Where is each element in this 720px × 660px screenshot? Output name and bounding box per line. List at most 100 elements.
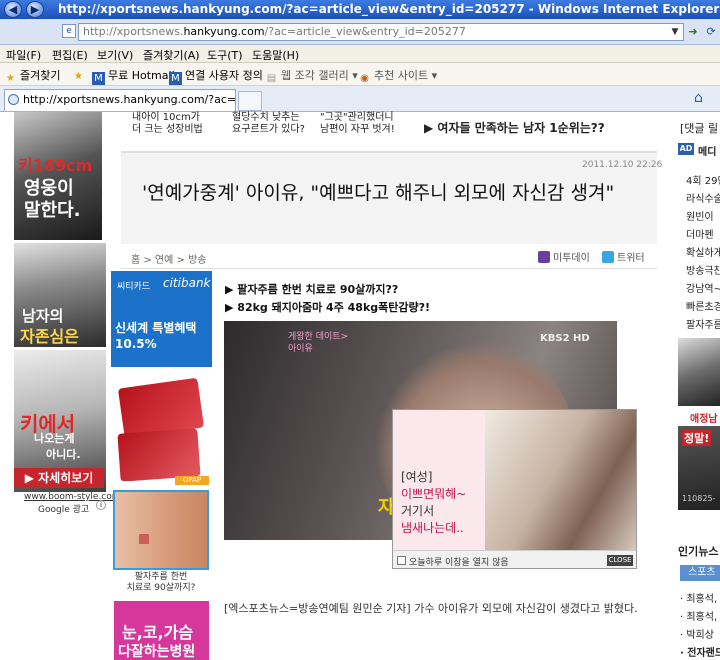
ad-badge: AD — [678, 143, 694, 155]
menu-help[interactable]: 도움말(H) — [252, 47, 299, 63]
popup-checkbox[interactable] — [397, 556, 406, 565]
top-news-2-line2: 요구르트가 있다? — [232, 124, 305, 135]
google-ads-label: Google 광고 — [38, 505, 90, 515]
citi-line1: 신세계 특별혜택 — [115, 321, 197, 335]
favorite-hotmail[interactable]: M 무료 Hotmail — [92, 67, 175, 85]
clinic-line1: 눈,코,가슴 — [122, 623, 194, 642]
favorite-webslice-gallery[interactable]: ▤ 웹 조각 갤러리 ▾ — [265, 67, 358, 85]
add-favorite-icon[interactable]: ★ — [72, 67, 88, 83]
ad3-line2: 나오는게 — [34, 432, 75, 445]
kbs-badge: KBS2 HD — [540, 333, 590, 344]
top-headline-link[interactable]: ▶ 여자들 만족하는 남자 1순위는?? — [424, 119, 605, 136]
article-link-1[interactable]: ▶ 팔자주름 한번 치료로 90살까지?? — [225, 281, 398, 297]
popular-news-item[interactable]: · 박희상 — [680, 626, 714, 641]
clinic-line2: 다잘하는병원 — [118, 644, 196, 660]
sidebar-item[interactable]: 방송극찬 — [686, 262, 720, 277]
top-news-1-line1: 내아이 10cm가 — [132, 112, 200, 123]
menu-file[interactable]: 파일(F) — [6, 47, 41, 63]
msn-icon: M — [169, 72, 182, 85]
favorite-webslice-label: 웹 조각 갤러리 ▾ — [281, 69, 358, 82]
nose-ad-image[interactable] — [113, 490, 209, 570]
sidebar-model-image[interactable] — [678, 338, 720, 406]
citi-line2: 10.5% — [115, 337, 157, 351]
top-news-2-line1: 혈당수치 낮추는 — [232, 112, 300, 123]
metoday-icon — [538, 251, 550, 263]
sidebar-promo-text: 정말! — [682, 430, 712, 446]
ad-url-link[interactable]: www.boom-style.com/ — [24, 492, 124, 502]
share-metoday-label: 미투데이 — [553, 253, 590, 264]
popular-news-item[interactable]: · 전자랜드 — [680, 644, 720, 659]
tab-sports[interactable]: 스포츠 — [680, 565, 720, 581]
top-news-3[interactable]: "그곳"관리했더니 남편이 자꾸 벗겨! — [320, 112, 395, 136]
ad3-line3: 아니다. — [46, 448, 81, 461]
favorites-button[interactable]: ★ 즐겨찾기 — [4, 67, 60, 85]
tab-current[interactable]: http://xportsnews.hankyung.com/?ac=artic… — [4, 89, 236, 111]
favorite-custom-link-label: 연결 사용자 정의 — [185, 69, 263, 82]
video-caption-line2: 아이유 — [288, 344, 313, 354]
popup-line3: 냄새나는데.. — [401, 521, 464, 535]
sidebar-item[interactable]: 팔자주름 — [686, 316, 720, 331]
sidebar-item[interactable]: 원빈이 — [686, 208, 714, 223]
sidebar-item[interactable]: 확실하게 — [686, 244, 720, 259]
share-twitter-label: 트위터 — [617, 253, 645, 264]
suggested-sites-icon: ◉ — [360, 73, 369, 84]
window-title: http://xportsnews.hankyung.com/?ac=artic… — [58, 2, 720, 16]
top-news-1-line2: 더 크는 성장비법 — [132, 124, 203, 135]
info-icon[interactable]: i — [96, 500, 106, 510]
address-suffix: /?ac=article_view&entry_id=205277 — [264, 25, 466, 38]
height-ad-1[interactable]: 키169cm 영웅이 말한다. — [14, 112, 102, 240]
sidebar-item[interactable]: 강남역~ — [686, 280, 720, 295]
share-twitter[interactable]: 트위터 — [602, 249, 645, 264]
sidebar-model-caption[interactable]: 애정남 — [690, 410, 718, 425]
top-news-1[interactable]: 내아이 10cm가 더 크는 성장비법 — [132, 112, 203, 136]
back-arrow-icon[interactable]: ◀ — [4, 1, 22, 18]
citi-logo: citibank — [163, 276, 211, 290]
forward-arrow-icon[interactable]: ▶ — [26, 1, 44, 18]
height-ad-2[interactable]: 남자의 자존심은 — [14, 243, 106, 347]
address-prefix: http://xportsnews. — [83, 25, 184, 38]
sidebar-item[interactable]: 더마펜 — [686, 226, 714, 241]
favorite-custom-link[interactable]: M 연결 사용자 정의 — [169, 67, 263, 85]
citibank-ad[interactable]: 씨티카드 citibank 신세계 특별혜택 10.5% — [111, 271, 212, 481]
sidebar-item[interactable]: 4회 29만 — [686, 172, 720, 187]
clinic-ad[interactable]: 눈,코,가슴 다잘하는병원 — [114, 601, 209, 660]
address-domain: hankyung.com — [183, 25, 265, 38]
sidebar-item[interactable]: 라식수술 — [686, 190, 720, 205]
popup-close-button[interactable]: CLOSE — [607, 555, 633, 566]
menu-tools[interactable]: 도구(T) — [207, 47, 243, 63]
comment-link[interactable]: [댓글 릴 — [680, 120, 718, 136]
top-news-2[interactable]: 혈당수치 낮추는 요구르트가 있다? — [232, 112, 305, 136]
new-tab-button[interactable] — [238, 91, 262, 111]
menu-edit[interactable]: 편집(E) — [52, 47, 88, 63]
popular-news-heading: 인기뉴스 — [678, 545, 719, 558]
sidebar-promo-ad[interactable]: 정말! 110825- — [678, 426, 720, 510]
popular-news-item[interactable]: · 최홍석, — [680, 608, 717, 623]
ad2-line2: 자존심은 — [20, 327, 79, 346]
sidebar-ad-label: 메디 — [698, 147, 717, 158]
nose-caption-line2: 치료로 90살까지? — [126, 583, 196, 593]
opap-badge: OPAP — [175, 476, 209, 485]
nose-caption-line1: 팔자주름 한번 — [134, 572, 188, 582]
menu-favorites[interactable]: 즐겨찾기(A) — [143, 47, 200, 63]
favorite-suggested-sites[interactable]: ◉ 추천 사이트 ▾ — [358, 67, 437, 85]
refresh-icon[interactable]: ⟳ — [703, 23, 719, 41]
address-dropdown-icon[interactable]: ▼ — [668, 24, 682, 40]
sidebar-item[interactable]: 빠른초경 — [686, 298, 720, 313]
credit-card-image-2 — [117, 428, 201, 481]
article-date: 2011.12.10 22:26 — [582, 160, 663, 170]
share-metoday[interactable]: 미투데이 — [538, 249, 590, 264]
address-input[interactable]: http://xportsnews.hankyung.com/?ac=artic… — [78, 23, 684, 41]
menu-view[interactable]: 보기(V) — [97, 47, 133, 63]
detail-button[interactable]: ▶ 자세히보기 — [14, 468, 104, 488]
video-caption-line1: 게왕한 데이트> — [288, 332, 349, 342]
favorite-hotmail-label: 무료 Hotmail — [108, 69, 175, 82]
go-icon[interactable]: ➜ — [685, 23, 701, 41]
popup-ad[interactable]: [여성] 이쁘면뭐해~ 거기서 냄새나는데.. 오늘하루 이창을 열지 않음 C… — [392, 409, 637, 569]
nose-ad-caption[interactable]: 팔자주름 한번 치료로 90살까지? — [113, 572, 209, 594]
popular-news-item[interactable]: · 최홍석, — [680, 590, 717, 605]
home-icon[interactable]: ⌂ — [694, 90, 703, 106]
breadcrumb[interactable]: 홈 > 연예 > 방송 — [131, 251, 206, 266]
article-link-2[interactable]: ▶ 82kg 돼지아줌마 4주 48kg폭탄감량?! — [225, 299, 430, 315]
divider — [121, 268, 657, 269]
top-news-3-line1: "그곳"관리했더니 — [320, 112, 394, 123]
